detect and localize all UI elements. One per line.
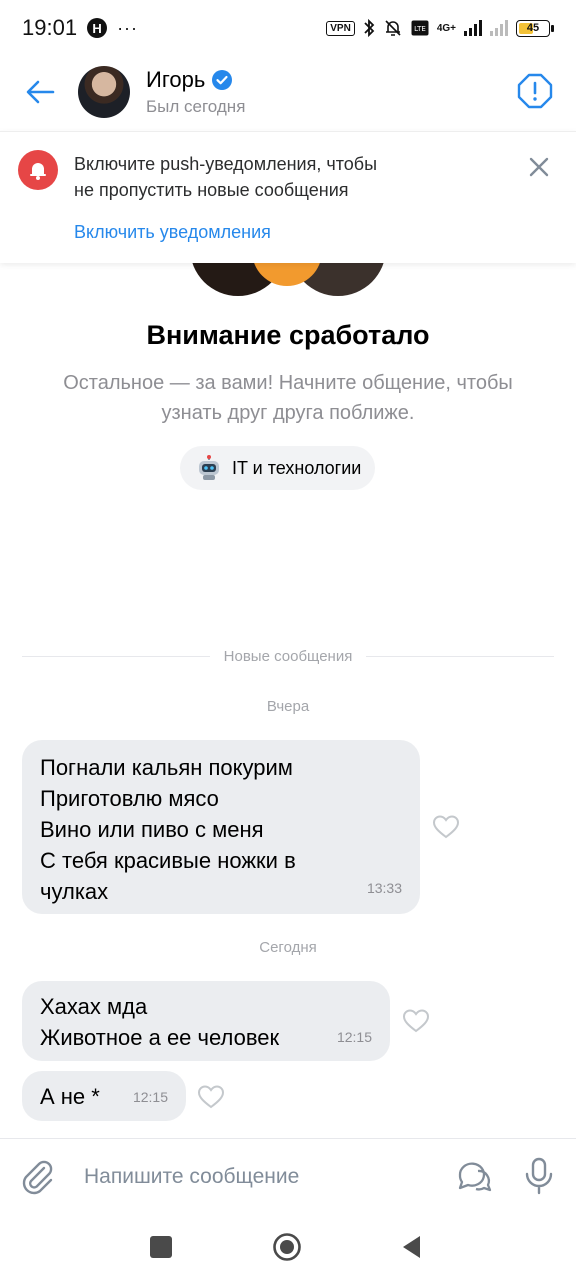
contact-name-row: Игорь	[146, 67, 245, 93]
heart-icon[interactable]	[402, 1008, 430, 1034]
report-icon[interactable]	[516, 72, 554, 110]
contact-avatar[interactable]	[78, 66, 130, 118]
contact-status: Был сегодня	[146, 97, 246, 116]
vpn-icon: VPN	[326, 20, 355, 36]
match-subtitle: Остальное — за вами! Начните общение, чт…	[63, 372, 513, 424]
message-1-line-2: Приготовлю мясо	[40, 786, 219, 811]
heart-icon[interactable]	[432, 814, 460, 840]
push-banner-line1: Включите push-уведомления, чтобы	[74, 154, 378, 174]
message-bubble-1[interactable]: Погнали кальян покурим Приготовлю мясо В…	[22, 740, 420, 914]
home-button[interactable]	[272, 1232, 302, 1262]
bluetooth-icon	[364, 18, 375, 38]
close-icon[interactable]	[528, 156, 550, 178]
battery-icon: 45	[516, 19, 554, 37]
silent-bell-icon	[385, 20, 401, 36]
divider-line-left	[22, 656, 210, 657]
status-time: 19:01	[22, 15, 78, 40]
verified-icon	[212, 70, 233, 90]
message-2-line-2: Животное а ее человек	[40, 1025, 280, 1050]
interest-label: IT и технологии	[232, 457, 362, 478]
stickers-chat-icon[interactable]	[456, 1159, 494, 1193]
enable-notifications-link[interactable]: Включить уведомления	[74, 222, 271, 243]
h-app-icon: H	[87, 18, 108, 38]
message-bubble-2[interactable]: Хахах мда Животное а ее человек 12:15	[22, 981, 390, 1061]
push-banner-line2: не пропустить новые сообщения	[74, 180, 349, 200]
day-label-yesterday: Вчера	[266, 698, 310, 715]
svg-text:LTE: LTE	[414, 25, 426, 33]
message-1-line-3: Вино или пиво с меня	[40, 817, 264, 842]
heart-icon[interactable]	[197, 1084, 225, 1110]
back-button[interactable]	[22, 74, 58, 110]
battery-level: 45	[526, 22, 540, 34]
paperclip-icon[interactable]	[20, 1159, 54, 1195]
match-title: Внимание сработало	[146, 320, 430, 350]
push-notification-banner: Включите push-уведомления, чтобы не проп…	[0, 131, 576, 263]
day-label-today: Сегодня	[259, 939, 317, 956]
arrow-left-icon	[26, 80, 55, 104]
message-1-line-4: С тебя красивые ножки в	[40, 848, 296, 873]
volte-icon: LTE	[411, 20, 429, 36]
message-1-line-1: Погнали кальян покурим	[40, 755, 293, 780]
status-bar: 19:01 H ··· VPN LTE 4G+ 45	[0, 0, 576, 56]
system-back-button[interactable]	[400, 1234, 424, 1260]
message-1-line-5: чулках	[40, 879, 109, 904]
message-composer	[0, 1138, 576, 1216]
new-messages-label: Новые сообщения	[223, 648, 353, 665]
status-left: 19:01 H ···	[22, 15, 138, 41]
message-bubble-3[interactable]: А не * 12:15	[22, 1071, 186, 1121]
signal-2-icon	[490, 20, 508, 36]
message-2-time: 12:15	[336, 1029, 372, 1045]
battery-tip	[551, 24, 554, 32]
message-2-line-1: Хахах мда	[40, 994, 148, 1019]
contact-name: Игорь	[146, 67, 206, 92]
network-type: 4G+	[436, 22, 456, 34]
battery-body: 45	[516, 19, 550, 37]
signal-icon	[464, 20, 482, 36]
message-1-time: 13:33	[366, 880, 402, 896]
recents-button[interactable]	[150, 1236, 172, 1258]
message-input[interactable]	[84, 1159, 384, 1195]
push-banner-text: Включите push-уведомления, чтобы не проп…	[74, 151, 474, 203]
bell-glyph-icon	[30, 163, 46, 180]
more-notifications-icon: ···	[117, 17, 139, 38]
status-right: VPN LTE 4G+ 45	[326, 18, 554, 38]
interest-chip[interactable]: IT и технологии	[180, 446, 376, 490]
divider-line-right	[366, 656, 554, 657]
contact-info[interactable]: Игорь Был сегодня	[146, 67, 245, 117]
microphone-icon[interactable]	[524, 1157, 554, 1195]
bell-icon	[18, 150, 58, 190]
system-nav-bar	[0, 1216, 576, 1280]
robot-icon	[199, 455, 219, 480]
message-3-time: 12:15	[132, 1089, 168, 1105]
chat-header: Игорь Был сегодня	[0, 56, 576, 128]
new-messages-divider: Новые сообщения	[22, 648, 554, 665]
